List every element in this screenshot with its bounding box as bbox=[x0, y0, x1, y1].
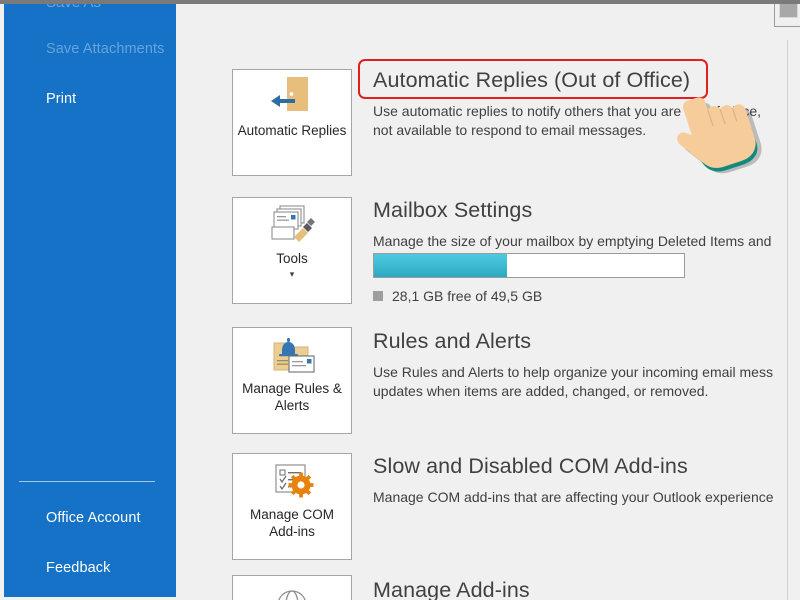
folder-bell-envelope-icon bbox=[233, 328, 351, 380]
sidebar-item-office-account[interactable]: Office Account bbox=[46, 510, 141, 526]
automatic-replies-description: Use automatic replies to notify others t… bbox=[373, 103, 762, 138]
automatic-replies-button[interactable]: Automatic Replies bbox=[232, 69, 352, 176]
door-exit-arrow-icon bbox=[233, 70, 351, 122]
manage-rules-alerts-button[interactable]: Manage Rules & Alerts bbox=[232, 327, 352, 434]
mailbox-usage-legend-swatch bbox=[373, 291, 383, 301]
sidebar-item-print[interactable]: Print bbox=[46, 91, 76, 107]
backstage-sidebar: Save As Save Attachments Print Office Ac… bbox=[4, 0, 176, 597]
manage-com-addins-button-label: Manage COM Add-ins bbox=[249, 507, 335, 539]
automatic-replies-detail: Automatic Replies (Out of Office) Use au… bbox=[373, 68, 800, 140]
manage-rules-alerts-button-label: Manage Rules & Alerts bbox=[242, 381, 342, 413]
slow-disabled-com-addins-title: Slow and Disabled COM Add-ins bbox=[373, 454, 688, 478]
mailbox-tools-button-label: Tools bbox=[276, 251, 308, 266]
mailbox-settings-description: Manage the size of your mailbox by empty… bbox=[373, 233, 772, 249]
backstage-content-pane: Automatic Replies Automatic Replies (Out… bbox=[176, 4, 800, 600]
manage-addins-detail: Manage Add-ins bbox=[373, 578, 800, 600]
mailbox-cleanup-tools-icon bbox=[233, 198, 351, 250]
window-title-bar-strip bbox=[0, 0, 800, 4]
chevron-down-icon[interactable]: ▾ bbox=[290, 270, 295, 279]
automatic-replies-button-label: Automatic Replies bbox=[237, 123, 347, 138]
sidebar-item-feedback[interactable]: Feedback bbox=[46, 560, 110, 576]
manage-addins-title: Manage Add-ins bbox=[373, 578, 530, 600]
automatic-replies-title: Automatic Replies (Out of Office) bbox=[373, 68, 691, 92]
manage-com-addins-button[interactable]: Manage COM Add-ins bbox=[232, 453, 352, 560]
content-right-divider bbox=[787, 40, 788, 600]
mailbox-usage-legend: 28,1 GB free of 49,5 GB bbox=[373, 288, 542, 304]
rules-and-alerts-detail: Rules and Alerts Use Rules and Alerts to… bbox=[373, 329, 800, 401]
sidebar-divider bbox=[19, 481, 155, 482]
slow-disabled-com-addins-description: Manage COM add-ins that are affecting yo… bbox=[373, 489, 774, 505]
mailbox-settings-title: Mailbox Settings bbox=[373, 198, 533, 222]
rules-and-alerts-description: Use Rules and Alerts to help organize yo… bbox=[373, 364, 773, 399]
mailbox-usage-progress-fill bbox=[374, 254, 508, 277]
globe-addins-icon bbox=[233, 576, 351, 600]
mailbox-tools-button[interactable]: Tools ▾ bbox=[232, 197, 352, 304]
checklist-gear-icon bbox=[233, 454, 351, 506]
sidebar-item-save-attachments[interactable]: Save Attachments bbox=[46, 41, 164, 57]
mailbox-usage-progress-bar bbox=[373, 253, 685, 278]
mailbox-settings-detail: Mailbox Settings Manage the size of your… bbox=[373, 198, 800, 251]
slow-disabled-com-addins-detail: Slow and Disabled COM Add-ins Manage COM… bbox=[373, 454, 800, 507]
mailbox-usage-legend-text: 28,1 GB free of 49,5 GB bbox=[392, 288, 543, 304]
manage-addins-button[interactable] bbox=[232, 575, 352, 600]
rules-and-alerts-title: Rules and Alerts bbox=[373, 329, 532, 353]
